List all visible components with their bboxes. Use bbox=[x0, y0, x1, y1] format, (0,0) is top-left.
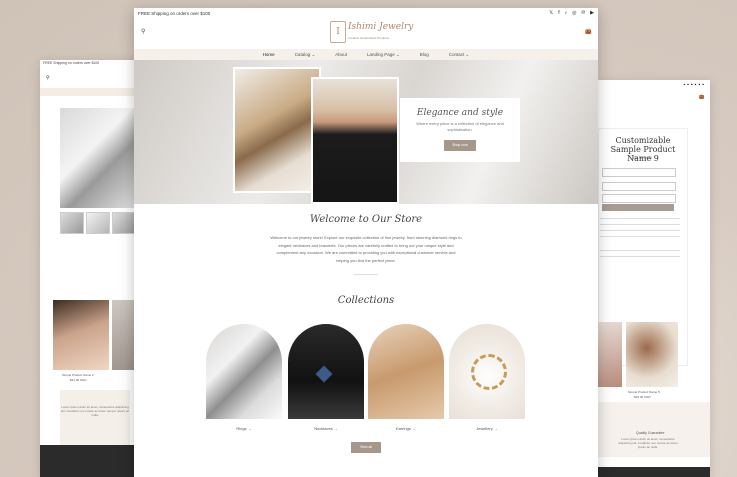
right-product-image[interactable] bbox=[598, 322, 622, 387]
right-product-image[interactable] bbox=[626, 322, 678, 387]
nav-home[interactable]: Home bbox=[263, 52, 275, 57]
hero-banner: Elegance and style Where every piece is … bbox=[134, 60, 598, 204]
youtube-icon[interactable]: ▶ bbox=[590, 10, 594, 16]
welcome-heading: Welcome to Our Store bbox=[309, 214, 423, 225]
desc-line bbox=[600, 218, 680, 219]
hero-textbox: Elegance and style Where every piece is … bbox=[400, 98, 520, 162]
nav-blog[interactable]: Blog bbox=[420, 52, 429, 57]
main-nav: Home Catalog ⌄ About Landing Page ⌄ Blog… bbox=[134, 49, 598, 60]
left-product-price: $21.00 SGD bbox=[70, 378, 87, 382]
tiktok-icon[interactable]: ♪ bbox=[565, 10, 568, 16]
right-product-price: $18.00 SGD bbox=[632, 156, 652, 160]
right-social-icons: ▪▪▪▪▪▪ bbox=[683, 82, 706, 88]
right-footer-section: Quality Guarantee Lorem ipsum dolor sit … bbox=[598, 402, 710, 457]
left-announcement: FREE Shipping on orders over $100 bbox=[43, 61, 100, 65]
desc-line bbox=[600, 224, 680, 225]
left-product-card-image[interactable] bbox=[53, 300, 109, 370]
collection-link-earrings[interactable]: Earrings → bbox=[368, 426, 444, 431]
search-icon[interactable]: ⚲ bbox=[141, 28, 145, 35]
right-caption-price: $15.00 SGD bbox=[634, 395, 651, 399]
hero-image-model bbox=[311, 77, 399, 204]
right-footer bbox=[598, 467, 710, 477]
facebook-icon[interactable]: f bbox=[558, 10, 559, 16]
main-preview-window: FREE Shipping on orders over $100 𝕏 f ♪ … bbox=[134, 8, 598, 477]
hero-text: Where every piece is a reflection of ele… bbox=[416, 121, 504, 132]
right-footer-heading: Quality Guarantee bbox=[636, 431, 665, 435]
brand-tagline: Creative Handcrafted Products bbox=[348, 36, 390, 40]
desc-line bbox=[600, 236, 680, 237]
right-preview-window: ▪▪▪▪▪▪ 👜 Customizable Sample Product Nam… bbox=[598, 80, 710, 477]
shop-now-button[interactable]: Shop now bbox=[444, 140, 476, 151]
cart-icon[interactable]: 👜 bbox=[699, 94, 705, 100]
twitter-icon[interactable]: 𝕏 bbox=[549, 10, 553, 16]
nav-about[interactable]: About bbox=[335, 52, 347, 57]
nav-catalog[interactable]: Catalog ⌄ bbox=[295, 52, 316, 58]
collection-link-jewellery[interactable]: Jewellery → bbox=[449, 426, 525, 431]
desc-line bbox=[600, 250, 680, 251]
pinterest-icon[interactable]: ℗ bbox=[581, 10, 585, 16]
cart-icon[interactable]: 👜 bbox=[585, 28, 592, 35]
welcome-text: Welcome to our jewelry store! Explore ou… bbox=[270, 235, 462, 263]
hero-image-jewelry bbox=[233, 67, 321, 193]
collection-image-jewellery[interactable] bbox=[449, 324, 525, 419]
left-preview-window: FREE Shipping on orders over $100 ⚲ Simp… bbox=[40, 60, 140, 477]
collection-image-earrings[interactable] bbox=[368, 324, 444, 419]
desc-line bbox=[600, 230, 680, 231]
buy-now-button[interactable] bbox=[602, 204, 674, 211]
instagram-icon[interactable]: ◎ bbox=[572, 10, 576, 16]
collection-link-rings[interactable]: Rings → bbox=[206, 426, 282, 431]
nav-contact[interactable]: Contact ⌄ bbox=[449, 52, 470, 58]
collection-image-rings[interactable] bbox=[206, 324, 282, 419]
left-footer bbox=[40, 445, 140, 477]
left-thumb[interactable] bbox=[60, 212, 84, 234]
collection-link-necklaces[interactable]: Necklaces → bbox=[288, 426, 364, 431]
social-links: 𝕏 f ♪ ◎ ℗ ▶ bbox=[549, 10, 594, 16]
collection-image-necklaces[interactable] bbox=[288, 324, 364, 419]
option-field[interactable] bbox=[602, 182, 676, 191]
logo-mark: I bbox=[330, 21, 346, 43]
brand-name: Ishimi Jewelry bbox=[348, 22, 414, 32]
left-thumb[interactable] bbox=[86, 212, 110, 234]
left-nav-bar bbox=[40, 88, 140, 96]
add-to-cart-button[interactable] bbox=[602, 194, 676, 203]
collections-heading: Collections bbox=[337, 295, 395, 306]
brand-logo[interactable]: I Ishimi Jewelry Creative Handcrafted Pr… bbox=[330, 21, 413, 45]
search-icon[interactable]: ⚲ bbox=[46, 75, 50, 81]
view-all-button[interactable]: View all bbox=[351, 442, 381, 453]
desc-line bbox=[600, 256, 680, 257]
quantity-stepper[interactable] bbox=[602, 168, 676, 177]
right-footer-text: Lorem ipsum dolor sit amet, consectetur … bbox=[618, 437, 678, 449]
left-thumb[interactable] bbox=[112, 212, 136, 234]
right-caption: Simple Product Name 5 bbox=[628, 390, 660, 394]
nav-landing-page[interactable]: Landing Page ⌄ bbox=[367, 52, 400, 58]
divider bbox=[354, 274, 378, 275]
announcement-bar: FREE Shipping on orders over $100 bbox=[138, 11, 211, 16]
left-product-image bbox=[60, 108, 140, 208]
hero-heading: Elegance and style bbox=[416, 108, 504, 118]
left-product-caption: Simple Product Name 2 bbox=[62, 373, 94, 377]
